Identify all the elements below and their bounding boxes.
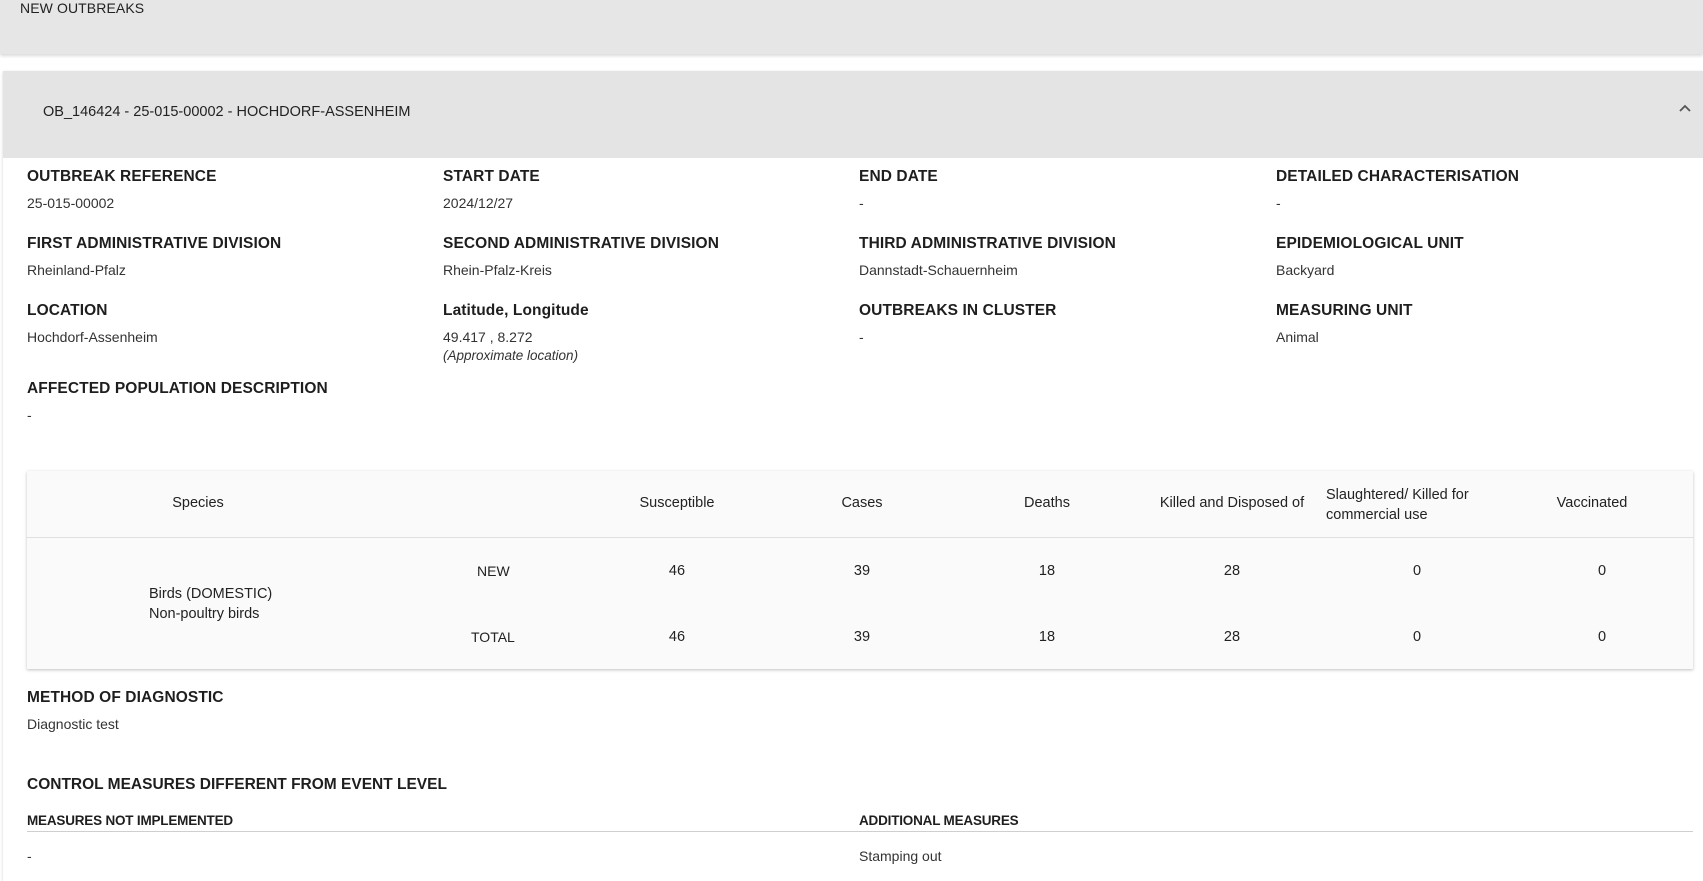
measures-divider — [27, 831, 1693, 832]
field-label: EPIDEMIOLOGICAL UNIT — [1276, 235, 1464, 252]
header-slaughtered-line1: Slaughtered/ Killed for — [1326, 487, 1469, 503]
field-label: OUTBREAK REFERENCE — [27, 168, 217, 185]
field-value: Animal — [1276, 329, 1319, 345]
outbreak-panel-title: OB_146424 - 25-015-00002 - HOCHDORF-ASSE… — [43, 104, 411, 120]
field-location: LOCATION Hochdorf-Assenheim — [27, 302, 158, 345]
field-value: 49.417 , 8.272 — [443, 329, 533, 345]
header-killed-disposed: Killed and Disposed of — [1159, 495, 1305, 511]
field-lat-long: Latitude, Longitude 49.417 , 8.272 (Appr… — [443, 302, 589, 363]
field-method-of-diagnostic: METHOD OF DIAGNOSTIC Diagnostic test — [27, 689, 224, 732]
field-label: AFFECTED POPULATION DESCRIPTION — [27, 380, 328, 397]
field-value: Rhein-Pfalz-Kreis — [443, 262, 552, 278]
header-slaughtered: Slaughtered/ Killed for commercial use — [1326, 485, 1496, 525]
field-value: - — [859, 195, 864, 211]
additional-measures-value: Stamping out — [859, 848, 942, 864]
field-epidemiological-unit: EPIDEMIOLOGICAL UNIT Backyard — [1276, 235, 1464, 278]
species-subtype: Non-poultry birds — [149, 606, 260, 622]
header-deaths: Deaths — [1024, 495, 1070, 511]
total-susceptible: 46 — [668, 629, 686, 645]
new-vaccinated: 0 — [1597, 563, 1607, 579]
page-title: NEW OUTBREAKS — [20, 0, 145, 16]
field-value: - — [1276, 195, 1281, 211]
field-affected-population: AFFECTED POPULATION DESCRIPTION - — [27, 380, 328, 423]
table-header: Species Susceptible Cases Deaths Killed … — [27, 471, 1693, 538]
field-label: DETAILED CHARACTERISATION — [1276, 168, 1520, 185]
field-value: - — [27, 407, 32, 423]
total-vaccinated: 0 — [1597, 629, 1607, 645]
measures-not-implemented-value: - — [27, 848, 32, 864]
header-vaccinated: Vaccinated — [1556, 495, 1628, 511]
field-label: START DATE — [443, 168, 540, 185]
field-label: END DATE — [859, 168, 938, 185]
field-value: Backyard — [1276, 262, 1335, 278]
field-detailed-characterisation: DETAILED CHARACTERISATION - — [1276, 168, 1519, 211]
top-bar: NEW OUTBREAKS — [0, 0, 1703, 54]
new-deaths: 18 — [1038, 563, 1056, 579]
field-label: METHOD OF DIAGNOSTIC — [27, 689, 224, 706]
field-label: LOCATION — [27, 302, 108, 319]
field-value: Diagnostic test — [27, 716, 119, 732]
field-value: Hochdorf-Assenheim — [27, 329, 158, 345]
field-label: MEASURING UNIT — [1276, 302, 1413, 319]
row-label-total: TOTAL — [471, 629, 515, 645]
field-measuring-unit: MEASURING UNIT Animal — [1276, 302, 1413, 345]
header-species: Species — [172, 495, 224, 511]
field-label: FIRST ADMINISTRATIVE DIVISION — [27, 235, 282, 252]
field-first-admin-division: FIRST ADMINISTRATIVE DIVISION Rheinland-… — [27, 235, 281, 278]
additional-measures-label: ADDITIONAL MEASURES — [859, 813, 1019, 828]
field-label: OUTBREAKS IN CLUSTER — [859, 302, 1057, 319]
field-label: SECOND ADMINISTRATIVE DIVISION — [443, 235, 719, 252]
row-label-new: NEW — [477, 563, 510, 579]
field-start-date: START DATE 2024/12/27 — [443, 168, 540, 211]
field-value: - — [859, 329, 864, 345]
field-value: 25-015-00002 — [27, 195, 115, 211]
new-cases: 39 — [853, 563, 871, 579]
new-killed: 28 — [1223, 563, 1241, 579]
field-label: THIRD ADMINISTRATIVE DIVISION — [859, 235, 1116, 252]
field-outbreaks-in-cluster: OUTBREAKS IN CLUSTER - — [859, 302, 1056, 345]
species-cell: Birds (DOMESTIC) Non-poultry birds — [149, 584, 272, 624]
field-value: Dannstadt-Schauernheim — [859, 262, 1018, 278]
field-third-admin-division: THIRD ADMINISTRATIVE DIVISION Dannstadt-… — [859, 235, 1116, 278]
measures-not-implemented-label: MEASURES NOT IMPLEMENTED — [27, 813, 233, 828]
new-slaughtered: 0 — [1412, 563, 1422, 579]
total-slaughtered: 0 — [1412, 629, 1422, 645]
header-slaughtered-line2: commercial use — [1326, 507, 1428, 523]
approximate-location-note: (Approximate location) — [443, 348, 579, 363]
field-value: Rheinland-Pfalz — [27, 262, 126, 278]
header-cases: Cases — [841, 495, 883, 511]
total-deaths: 18 — [1038, 629, 1056, 645]
outbreak-panel: OB_146424 - 25-015-00002 - HOCHDORF-ASSE… — [3, 71, 1703, 881]
new-susceptible: 46 — [668, 563, 686, 579]
field-second-admin-division: SECOND ADMINISTRATIVE DIVISION Rhein-Pfa… — [443, 235, 719, 278]
species-name: Birds (DOMESTIC) — [149, 586, 273, 602]
field-label: Latitude, Longitude — [443, 302, 589, 319]
outbreak-panel-header[interactable]: OB_146424 - 25-015-00002 - HOCHDORF-ASSE… — [3, 71, 1703, 158]
field-end-date: END DATE - — [859, 168, 938, 211]
field-outbreak-reference: OUTBREAK REFERENCE 25-015-00002 — [27, 168, 217, 211]
field-value: 2024/12/27 — [443, 195, 514, 211]
total-cases: 39 — [853, 629, 871, 645]
species-table: Species Susceptible Cases Deaths Killed … — [27, 471, 1693, 669]
chevron-up-icon[interactable] — [1677, 101, 1693, 117]
control-measures-title: CONTROL MEASURES DIFFERENT FROM EVENT LE… — [27, 776, 447, 793]
total-killed: 28 — [1223, 629, 1241, 645]
header-susceptible: Susceptible — [639, 495, 715, 511]
